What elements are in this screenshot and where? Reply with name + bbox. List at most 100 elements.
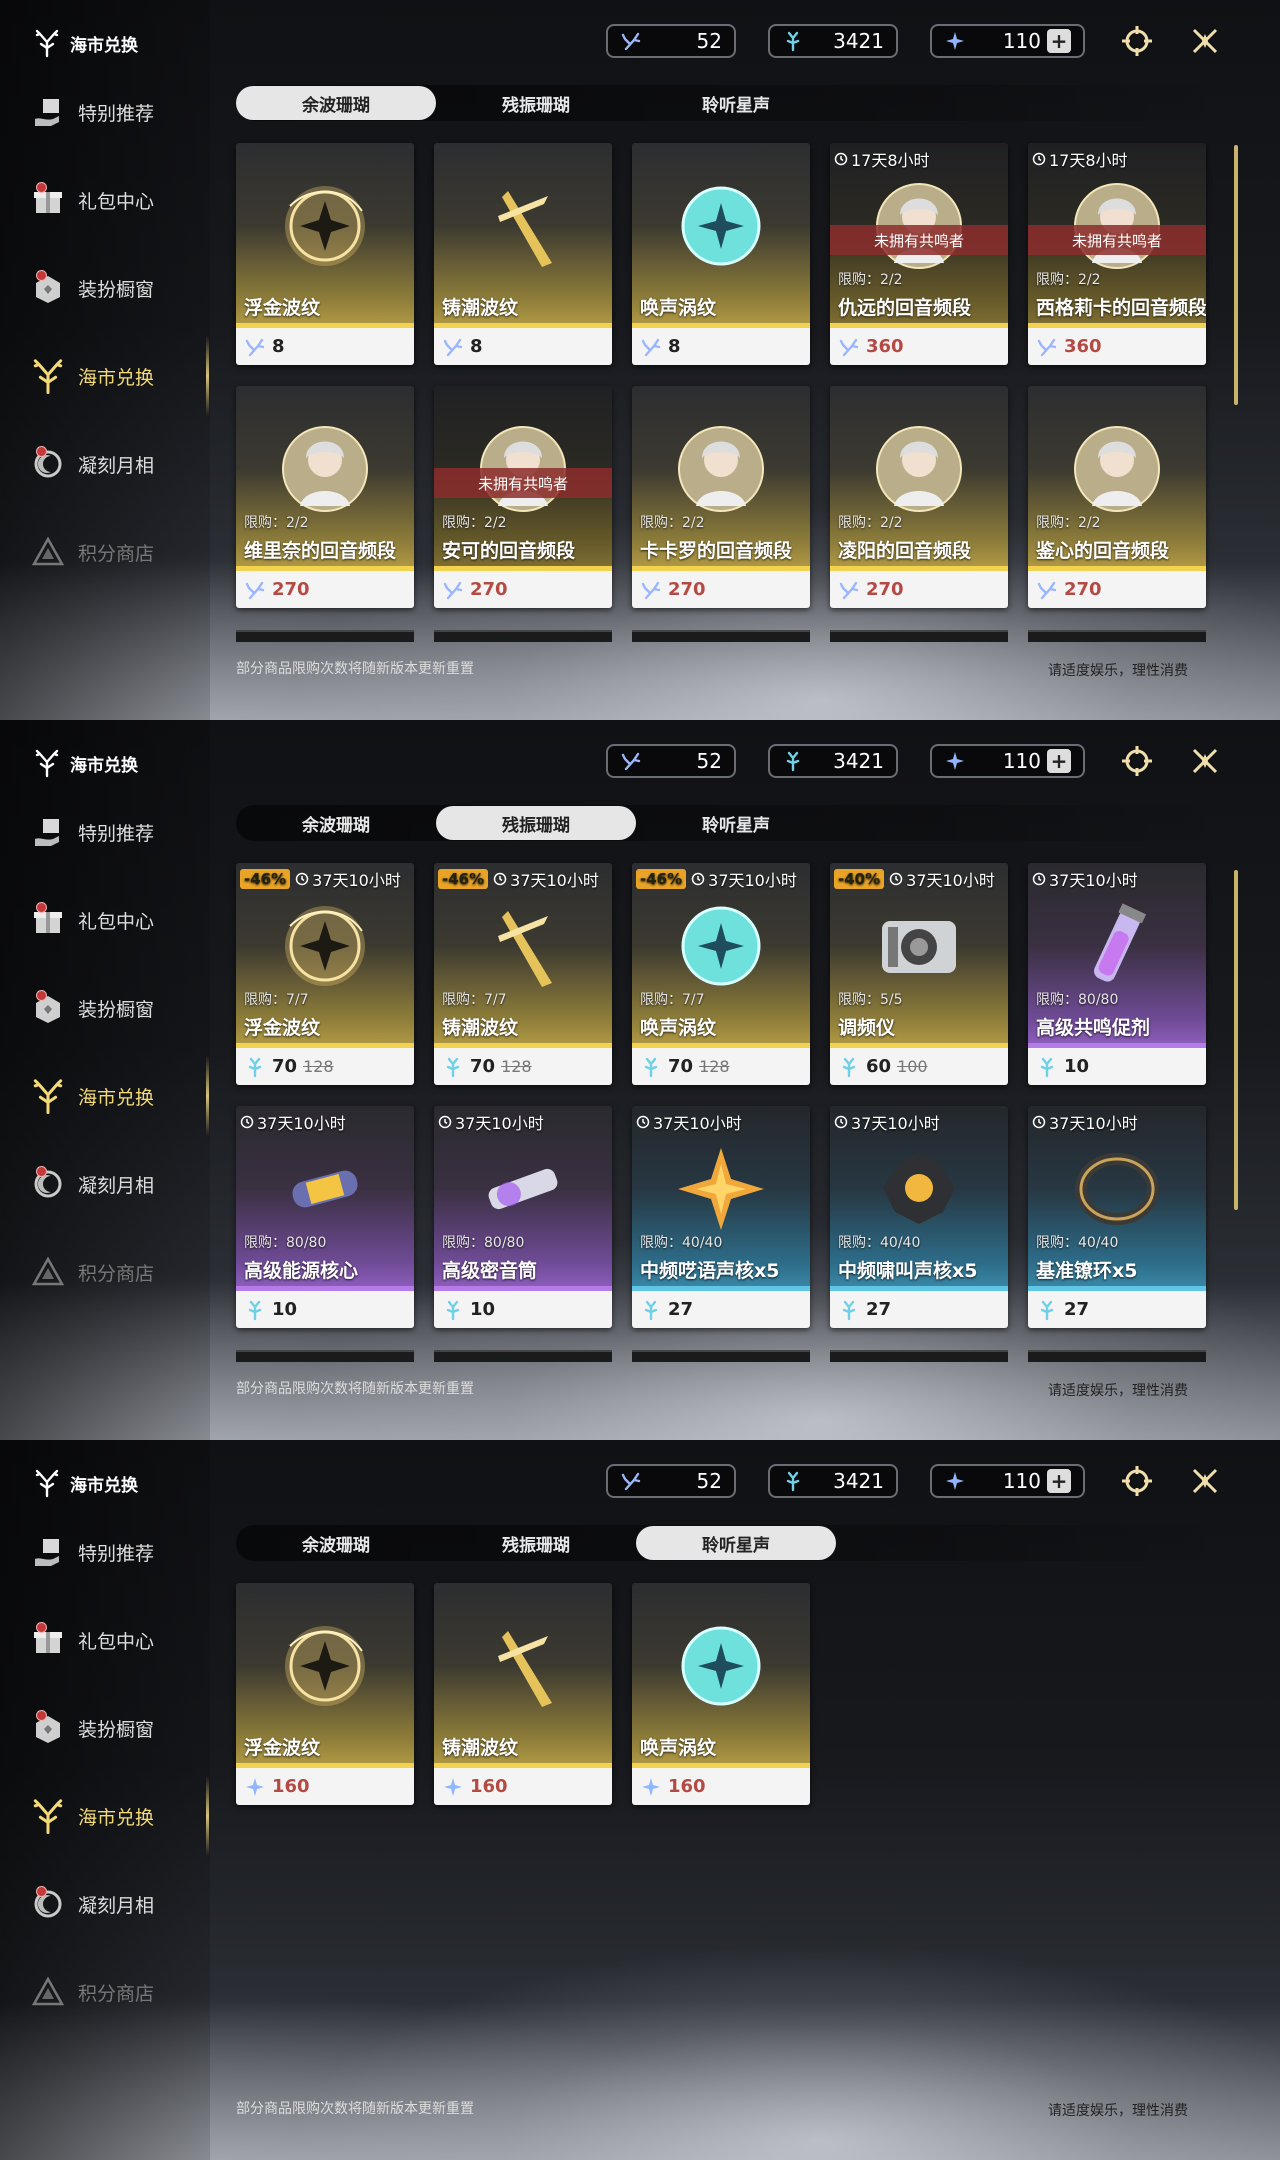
tab-1[interactable]: 余波珊瑚 [236,86,436,120]
original-price: 128 [501,1057,532,1076]
timer-label: 17天8小时 [851,151,930,170]
target-button[interactable] [1118,1462,1156,1500]
price-bar: 70 128 [632,1048,810,1085]
shop-item-card[interactable]: 限购：2/2 凌阳的回音频段 270 [830,386,1008,608]
add-currency-button[interactable]: + [1047,749,1071,773]
tab-2[interactable]: 残振珊瑚 [436,806,636,840]
currency-value-wrap: 3421 [833,29,884,53]
sidebar-item-4[interactable]: 海市兑换 [28,346,198,406]
shop-item-card[interactable]: 17天8小时 未拥有共鸣者 限购：2/2 仇远的回音频段 360 [830,143,1008,365]
close-button[interactable] [1186,22,1224,60]
shop-item-card[interactable]: 37天10小时 限购：40/40 中频啸叫声核x5 27 [830,1106,1008,1328]
sidebar-item-1[interactable]: 特别推荐 [28,82,198,142]
afterglow-coral-icon [442,579,464,601]
shop-item-card[interactable]: -46% 37天10小时 限购：7/7 铸潮波纹 70 128 [434,863,612,1085]
shop-item-card[interactable]: 唤声涡纹 160 [632,1583,810,1805]
shop-item-card[interactable]: 37天10小时 限购：80/80 高级能源核心 10 [236,1106,414,1328]
shop-item-card[interactable]: 37天10小时 限购：80/80 高级密音筒 10 [434,1106,612,1328]
tab-bar: 余波珊瑚 残振珊瑚 聆听星声 [236,1525,1236,1561]
shop-item-card[interactable]: 限购：2/2 维里奈的回音频段 270 [236,386,414,608]
close-icon [1188,744,1222,778]
item-name: 西格莉卡的回音频段 [1036,297,1206,319]
tab-3[interactable]: 聆听星声 [636,1526,836,1560]
currency-3[interactable]: 110 + [930,1464,1085,1498]
shop-item-card[interactable]: 37天10小时 限购：40/40 基准镣环x5 27 [1028,1106,1206,1328]
sidebar-item-2[interactable]: 礼包中心 [28,170,198,230]
shop-item-card[interactable]: 浮金波纹 160 [236,1583,414,1805]
afterglow-coral-icon [620,750,642,772]
brand-title: 海市兑换 [32,748,138,778]
shop-item-card[interactable]: 浮金波纹 8 [236,143,414,365]
timer-label: 37天10小时 [257,1114,346,1133]
target-button[interactable] [1118,22,1156,60]
afterglow-coral-icon [1036,579,1058,601]
shop-item-card[interactable]: 限购：2/2 鉴心的回音频段 270 [1028,386,1206,608]
sidebar-item-3[interactable]: 装扮橱窗 [28,978,198,1038]
oscillated-coral-icon [442,1299,464,1321]
tab-1[interactable]: 余波珊瑚 [236,806,436,840]
tab-3[interactable]: 聆听星声 [636,806,836,840]
sidebar-item-6[interactable]: 积分商店 [28,522,198,582]
oscillated-coral-icon [442,1056,464,1078]
currency-3[interactable]: 110 + [930,744,1085,778]
shop-item-card[interactable]: -40% 37天10小时 限购：5/5 调频仪 60 100 [830,863,1008,1085]
sidebar-item-4[interactable]: 海市兑换 [28,1066,198,1126]
tab-3[interactable]: 聆听星声 [636,86,836,120]
shop-item-card[interactable]: 限购：2/2 卡卡罗的回音频段 270 [632,386,810,608]
sidebar-item-3[interactable]: 装扮橱窗 [28,1698,198,1758]
shop-item-card[interactable]: 铸潮波纹 8 [434,143,612,365]
shop-item-card[interactable]: 17天8小时 未拥有共鸣者 限购：2/2 西格莉卡的回音频段 360 [1028,143,1206,365]
scrollbar[interactable] [1234,870,1238,1210]
add-currency-button[interactable]: + [1047,29,1071,53]
gold-blade-icon [468,171,578,281]
currency-value: 3421 [833,749,884,773]
target-button[interactable] [1118,742,1156,780]
purchase-limit: 限购：80/80 [244,1235,327,1251]
tab-1[interactable]: 余波珊瑚 [236,1526,436,1560]
sidebar-item-6[interactable]: 积分商店 [28,1242,198,1302]
lustrous-tide-icon [244,1776,266,1798]
shop-item-card[interactable]: 未拥有共鸣者 限购：2/2 安可的回音频段 270 [434,386,612,608]
oscillated-coral-icon [640,1056,662,1078]
price-bar: 10 [1028,1048,1206,1085]
sidebar: 海市兑换 特别推荐 礼包中心 装扮橱窗 海市兑换 凝刻月相 积分商店 [0,0,210,720]
sidebar-item-label: 礼包中心 [78,190,155,213]
sidebar-item-6[interactable]: 积分商店 [28,1962,198,2022]
shop-item-card[interactable]: 唤声涡纹 8 [632,143,810,365]
shop-item-card[interactable]: 37天10小时 限购：40/40 中频呓语声核x5 27 [632,1106,810,1328]
timer-label: 37天10小时 [653,1114,742,1133]
sidebar-item-5[interactable]: 凝刻月相 [28,1154,198,1214]
item-name: 安可的回音频段 [442,540,576,562]
sidebar-item-1[interactable]: 特别推荐 [28,802,198,862]
sidebar-item-1[interactable]: 特别推荐 [28,1522,198,1582]
currency-1: 52 [606,24,736,58]
tab-bar: 余波珊瑚 残振珊瑚 聆听星声 [236,805,1236,841]
sidebar-item-3[interactable]: 装扮橱窗 [28,258,198,318]
sidebar-item-label: 凝刻月相 [78,454,155,477]
item-price: 160 [470,1776,508,1797]
sidebar-item-4[interactable]: 海市兑换 [28,1786,198,1846]
shop-item-card[interactable]: 铸潮波纹 160 [434,1583,612,1805]
add-currency-button[interactable]: + [1047,1469,1071,1493]
tab-2[interactable]: 残振珊瑚 [436,1526,636,1560]
shop-item-card[interactable]: -46% 37天10小时 限购：7/7 唤声涡纹 70 128 [632,863,810,1085]
currency-3[interactable]: 110 + [930,24,1085,58]
scrollbar[interactable] [1234,145,1238,405]
purchase-limit: 限购：40/40 [640,1235,723,1251]
next-row-card-edge [830,630,1008,642]
shop-item-card[interactable]: -46% 37天10小时 限购：7/7 浮金波纹 70 128 [236,863,414,1085]
not-owned-banner: 未拥有共鸣者 [1028,225,1206,255]
afterglow-coral-icon [640,579,662,601]
sidebar-item-label: 凝刻月相 [78,1174,155,1197]
sidebar-item-5[interactable]: 凝刻月相 [28,434,198,494]
purchase-limit: 限购：2/2 [1036,515,1101,531]
close-button[interactable] [1186,1462,1224,1500]
lustrous-tide-icon [442,1776,464,1798]
reset-notice: 部分商品限购次数将随新版本更新重置 [236,661,474,677]
tab-2[interactable]: 残振珊瑚 [436,86,636,120]
sidebar-item-2[interactable]: 礼包中心 [28,1610,198,1670]
close-button[interactable] [1186,742,1224,780]
sidebar-item-5[interactable]: 凝刻月相 [28,1874,198,1934]
sidebar-item-2[interactable]: 礼包中心 [28,890,198,950]
shop-item-card[interactable]: 37天10小时 限购：80/80 高级共鸣促剂 10 [1028,863,1206,1085]
